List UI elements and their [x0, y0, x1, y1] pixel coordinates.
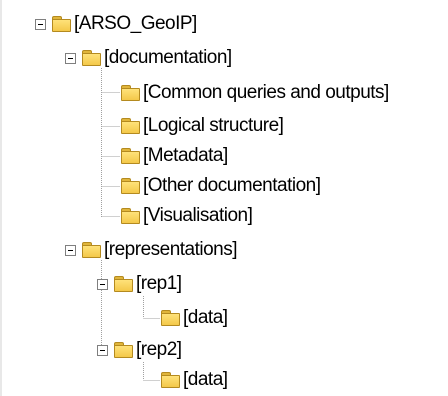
tree-node-label: [documentation]	[104, 47, 232, 68]
collapse-toggle-icon[interactable]	[97, 344, 108, 356]
collapse-toggle-icon[interactable]	[65, 244, 76, 256]
tree-node-visualisation[interactable]: [Visualisation]	[120, 200, 253, 232]
tree-node-label: [data]	[183, 307, 228, 328]
folder-icon	[160, 309, 182, 327]
folder-icon	[120, 147, 142, 165]
tree-node-logical-structure[interactable]: [Logical structure]	[120, 110, 284, 142]
collapse-toggle-icon[interactable]	[65, 52, 76, 64]
tree-node-other-documentation[interactable]: [Other documentation]	[120, 170, 321, 202]
folder-icon	[120, 207, 142, 225]
folder-icon	[113, 275, 135, 293]
tree-node-label: [Metadata]	[143, 145, 228, 166]
tree-node-label: [Other documentation]	[143, 175, 321, 196]
collapse-toggle-icon[interactable]	[97, 278, 108, 290]
tree-node-rep1[interactable]: [rep1]	[97, 268, 182, 300]
tree-node-label: [data]	[183, 369, 228, 390]
tree-node-metadata[interactable]: [Metadata]	[120, 140, 228, 172]
tree-node-label: [Visualisation]	[143, 205, 253, 226]
folder-icon	[81, 241, 103, 259]
tree-node-rep2[interactable]: [rep2]	[97, 334, 182, 366]
tree-node-label: [Common queries and outputs]	[143, 82, 389, 103]
tree-node-label: [ARSO_GeoIP]	[74, 13, 197, 34]
tree-node-label: [representations]	[104, 239, 238, 260]
folder-icon	[120, 84, 142, 102]
tree-node-common-queries[interactable]: [Common queries and outputs]	[120, 77, 389, 109]
tree-node-label: [Logical structure]	[143, 115, 284, 136]
folder-tree: [ARSO_GeoIP] [documentation] [Common que…	[0, 0, 448, 396]
collapse-toggle-icon[interactable]	[35, 18, 46, 30]
folder-icon	[51, 15, 73, 33]
folder-icon	[120, 117, 142, 135]
tree-node-representations[interactable]: [representations]	[65, 234, 238, 266]
folder-icon	[113, 341, 135, 359]
folder-icon	[81, 49, 103, 67]
folder-icon	[120, 177, 142, 195]
tree-node-rep2-data[interactable]: [data]	[160, 364, 228, 396]
tree-node-documentation[interactable]: [documentation]	[65, 42, 232, 74]
tree-node-label: [rep2]	[136, 339, 182, 360]
tree-node-rep1-data[interactable]: [data]	[160, 302, 228, 334]
tree-node-label: [rep1]	[136, 273, 182, 294]
tree-node-root[interactable]: [ARSO_GeoIP]	[35, 8, 197, 40]
folder-icon	[160, 371, 182, 389]
